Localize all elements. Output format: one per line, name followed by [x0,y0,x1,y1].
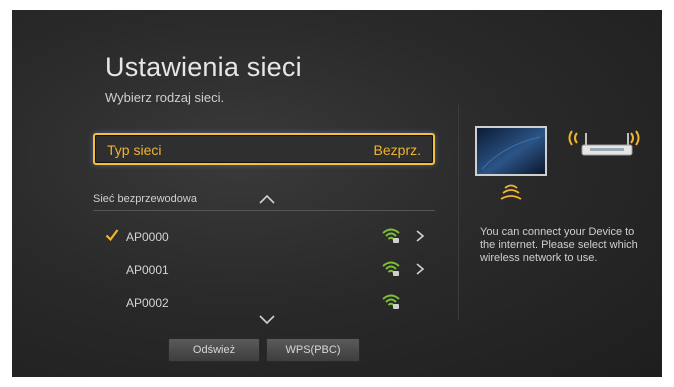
scroll-down-icon[interactable] [258,315,276,325]
network-type-value: Bezprz. [373,142,421,158]
panel-divider [458,105,459,320]
tv-signal-icon [500,184,522,200]
refresh-button[interactable]: Odśwież [168,338,260,362]
network-settings-screen: Ustawienia sieci Wybierz rodzaj sieci. T… [12,10,662,377]
wifi-signal-icon [382,228,400,243]
network-type-label: Typ sieci [107,142,162,158]
network-row-ap0001[interactable]: AP0001 [93,255,435,285]
selected-check-icon [105,229,119,242]
network-ssid: AP0000 [126,230,169,244]
tv-icon [475,126,547,176]
network-ssid: AP0002 [126,296,169,310]
network-type-selector[interactable]: Typ sieci Bezprz. [93,133,435,165]
router-icon [581,133,633,156]
network-row-ap0002[interactable]: AP0002 [93,288,435,318]
help-text: You can connect your Device to the inter… [480,226,638,264]
wps-pbc-button[interactable]: WPS(PBC) [266,338,360,362]
list-divider [93,210,435,211]
wifi-signal-icon [382,261,400,276]
page-subtitle: Wybierz rodzaj sieci. [105,90,225,105]
scroll-up-icon[interactable] [258,194,276,204]
network-row-ap0000[interactable]: AP0000 [93,222,435,252]
wireless-connection-illustration [475,126,640,200]
wifi-signal-icon [382,294,400,309]
wireless-list-header: Sieć bezprzewodowa [93,193,197,205]
page-title: Ustawienia sieci [105,52,302,82]
chevron-right-icon[interactable] [415,229,425,243]
network-ssid: AP0001 [126,263,169,277]
chevron-right-icon[interactable] [415,262,425,276]
